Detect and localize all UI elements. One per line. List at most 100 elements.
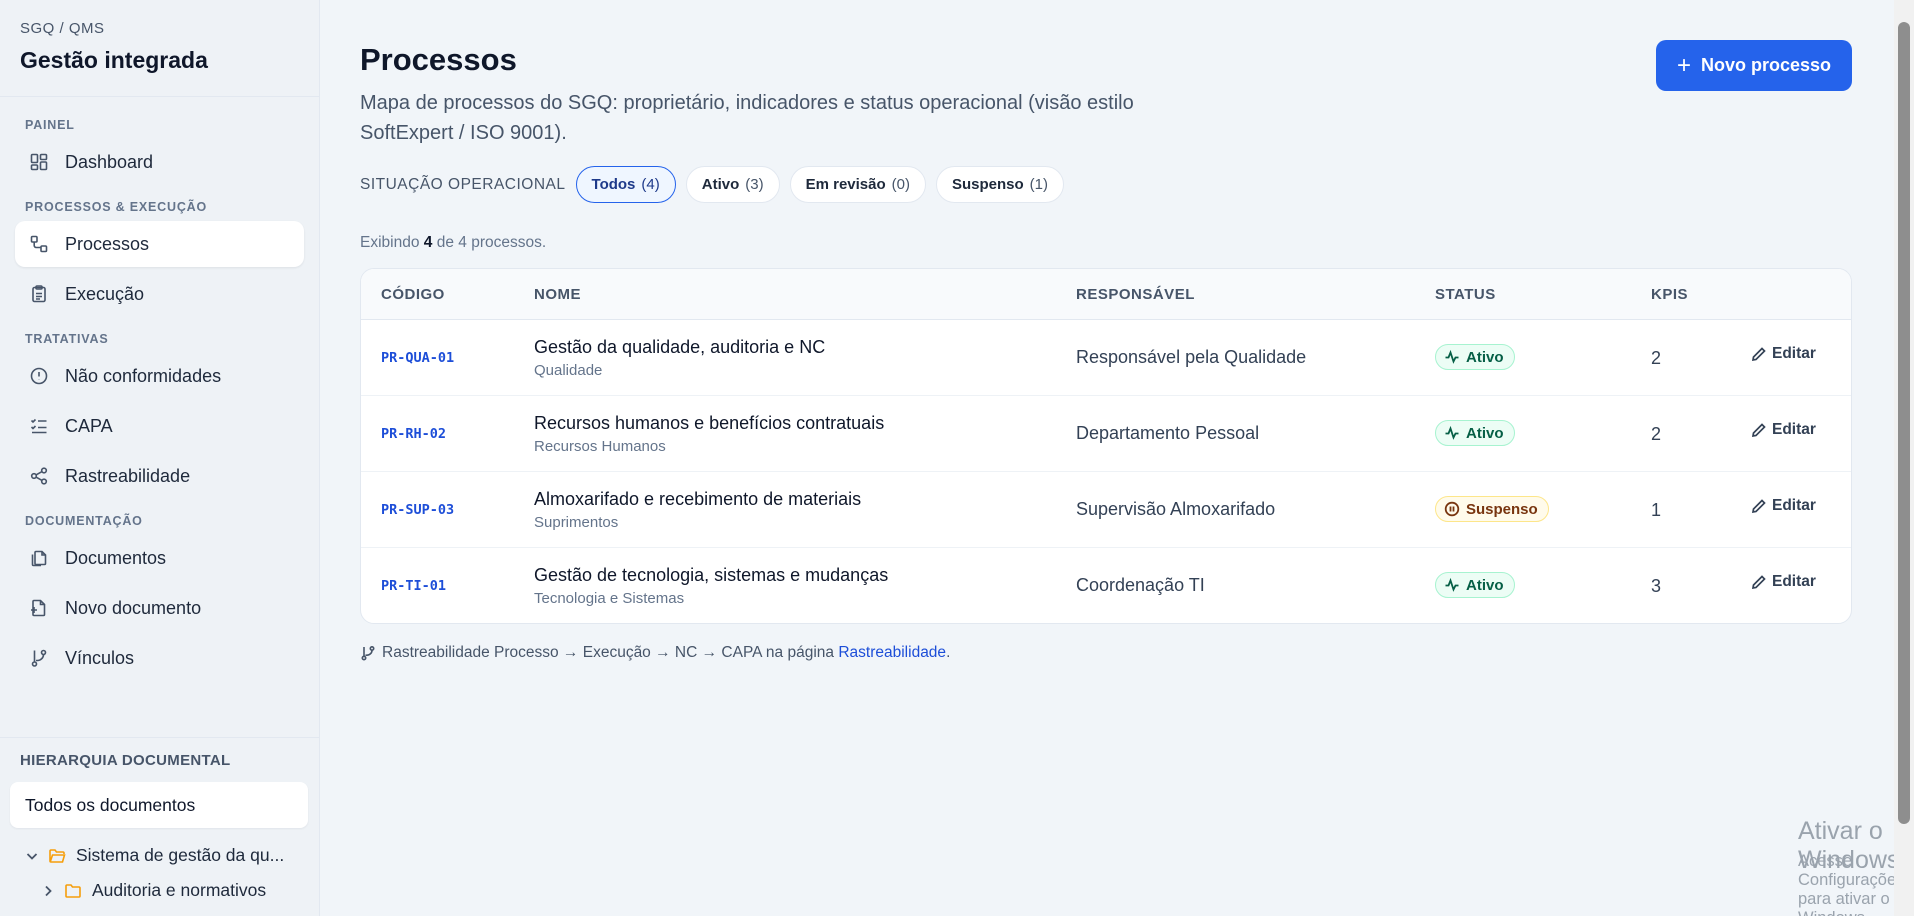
page-scrollbar[interactable] — [1894, 0, 1914, 916]
sidebar-item-label: Vínculos — [65, 647, 135, 668]
file-plus-icon — [29, 598, 49, 618]
tree-node-sistema[interactable]: Sistema de gestão da qu... — [24, 845, 314, 866]
header-status: STATUS — [1435, 286, 1496, 303]
status-badge: Ativo — [1435, 420, 1515, 446]
process-code-link[interactable]: PR-RH-02 — [381, 426, 446, 442]
scrollbar-thumb[interactable] — [1898, 22, 1910, 824]
traceability-note: Rastreabilidade Processo → Execução → NC… — [360, 644, 950, 662]
chip-count: (4) — [641, 176, 660, 193]
filter-chip-suspenso[interactable]: Suspenso (1) — [935, 166, 1065, 203]
tree-node-label: Sistema de gestão da qu... — [76, 845, 285, 865]
sidebar-item-dashboard[interactable]: Dashboard — [15, 139, 304, 185]
chevron-right-icon — [40, 883, 56, 899]
process-name: Almoxarifado e recebimento de materiais — [534, 489, 862, 509]
results-prefix: Exibindo — [360, 234, 420, 251]
table-row: PR-SUP-03 Almoxarifado e recebimento de … — [361, 472, 1851, 548]
sidebar-item-novo-documento[interactable]: Novo documento — [15, 585, 304, 631]
sidebar-item-rastreabilidade[interactable]: Rastreabilidade — [15, 453, 304, 499]
filter-label: SITUAÇÃO OPERACIONAL — [360, 175, 566, 193]
git-branch-icon — [361, 645, 375, 661]
sidebar-item-label: Novo documento — [65, 597, 202, 618]
brand-subtitle: SGQ / QMS — [20, 20, 105, 37]
process-kpis: 1 — [1651, 500, 1662, 520]
header-name: NOME — [534, 286, 581, 303]
pencil-icon — [1751, 423, 1766, 438]
sidebar-item-execucao[interactable]: Execução — [15, 271, 304, 317]
new-process-button[interactable]: + Novo processo — [1656, 40, 1852, 91]
sidebar-item-label: Rastreabilidade — [65, 465, 191, 486]
filter-chip-em-revisao[interactable]: Em revisão (0) — [789, 166, 926, 203]
folder-open-icon — [48, 847, 66, 865]
note-text: Rastreabilidade Processo → Execução → NC… — [382, 644, 835, 661]
header-kpis: KPIS — [1651, 286, 1689, 303]
hierarchy-all-documents[interactable]: Todos os documentos — [10, 782, 308, 828]
process-name-cell: Gestão da qualidade, auditoria e NC Qual… — [534, 337, 825, 379]
process-responsible: Coordenação TI — [1076, 575, 1205, 595]
status-badge: Ativo — [1435, 344, 1515, 370]
page-title: Processos — [360, 42, 517, 77]
status-cell: Ativo — [1435, 420, 1515, 446]
process-name-cell: Recursos humanos e benefícios contratuai… — [534, 413, 884, 455]
windows-activation-subtitle: Acesse Configurações para ativar o Windo… — [1798, 852, 1905, 916]
process-area: Recursos Humanos — [534, 438, 666, 455]
chip-count: (0) — [891, 176, 910, 193]
status-text: Ativo — [1466, 576, 1504, 594]
table-row: PR-QUA-01 Gestão da qualidade, auditoria… — [361, 320, 1851, 396]
note-end: . — [946, 644, 951, 661]
process-area: Suprimentos — [534, 514, 619, 531]
sidebar-item-label: Documentos — [65, 547, 167, 568]
hierarchy-title: HIERARQUIA DOCUMENTAL — [20, 752, 231, 769]
status-filter-bar: SITUAÇÃO OPERACIONAL Todos (4) Ativo (3)… — [360, 166, 1074, 203]
process-name: Gestão de tecnologia, sistemas e mudança… — [534, 565, 889, 585]
folder-icon — [64, 882, 82, 900]
header-responsible: RESPONSÁVEL — [1076, 286, 1195, 303]
process-name-cell: Almoxarifado e recebimento de materiais … — [534, 489, 861, 531]
status-text: Suspenso — [1466, 500, 1538, 518]
sidebar-item-documentos[interactable]: Documentos — [15, 535, 304, 581]
status-badge: Suspenso — [1435, 496, 1549, 522]
traceability-link[interactable]: Rastreabilidade — [838, 644, 946, 662]
chip-count: (1) — [1029, 176, 1049, 193]
edit-label: Editar — [1772, 573, 1816, 590]
process-kpis: 3 — [1651, 576, 1662, 596]
process-area: Qualidade — [534, 362, 603, 379]
filter-chip-todos[interactable]: Todos (4) — [575, 166, 676, 203]
new-process-label: Novo processo — [1700, 55, 1832, 75]
process-kpis: 2 — [1651, 348, 1662, 368]
sidebar-item-capa[interactable]: CAPA — [15, 403, 304, 449]
edit-label: Editar — [1772, 421, 1816, 438]
edit-button[interactable]: Editar — [1751, 497, 1816, 515]
activity-icon — [1445, 425, 1459, 440]
dashboard-icon — [29, 152, 49, 172]
pencil-icon — [1751, 499, 1766, 514]
table-row: PR-TI-01 Gestão de tecnologia, sistemas … — [361, 548, 1851, 623]
status-badge: Ativo — [1435, 572, 1515, 598]
filter-chip-ativo[interactable]: Ativo (3) — [685, 166, 780, 203]
process-code-link[interactable]: PR-QUA-01 — [381, 350, 454, 366]
process-name: Recursos humanos e benefícios contratuai… — [534, 413, 885, 433]
process-code-link[interactable]: PR-SUP-03 — [381, 502, 454, 518]
chip-label: Em revisão — [805, 176, 886, 193]
process-code-link[interactable]: PR-TI-01 — [381, 578, 446, 594]
header-code: CÓDIGO — [381, 286, 445, 303]
tree-node-auditoria[interactable]: Auditoria e normativos — [40, 880, 314, 901]
edit-button[interactable]: Editar — [1751, 345, 1816, 363]
tree-node-label: Auditoria e normativos — [92, 880, 267, 900]
status-text: Ativo — [1466, 348, 1504, 366]
sidebar-item-nao-conformidades[interactable]: Não conformidades — [15, 353, 304, 399]
main-content: Processos Mapa de processos do SGQ: prop… — [320, 0, 1904, 916]
sidebar-item-processos[interactable]: Processos — [15, 221, 304, 267]
edit-button[interactable]: Editar — [1751, 421, 1816, 439]
clipboard-icon — [29, 284, 49, 304]
edit-button[interactable]: Editar — [1751, 573, 1816, 591]
status-text: Ativo — [1466, 424, 1504, 442]
sidebar-divider — [0, 737, 319, 738]
results-count: Exibindo 4 de 4 processos. — [360, 234, 546, 252]
sidebar-item-vinculos[interactable]: Vínculos — [15, 635, 304, 681]
plus-icon: + — [1676, 51, 1691, 79]
sidebar-nav: PAINEL Dashboard PROCESSOS & EXECUÇÃO Pr… — [0, 97, 319, 681]
table-header: CÓDIGO NOME RESPONSÁVEL STATUS KPIS — [361, 269, 1851, 320]
sidebar-item-label: Execução — [65, 283, 145, 304]
edit-label: Editar — [1772, 345, 1816, 362]
pencil-icon — [1751, 347, 1766, 362]
